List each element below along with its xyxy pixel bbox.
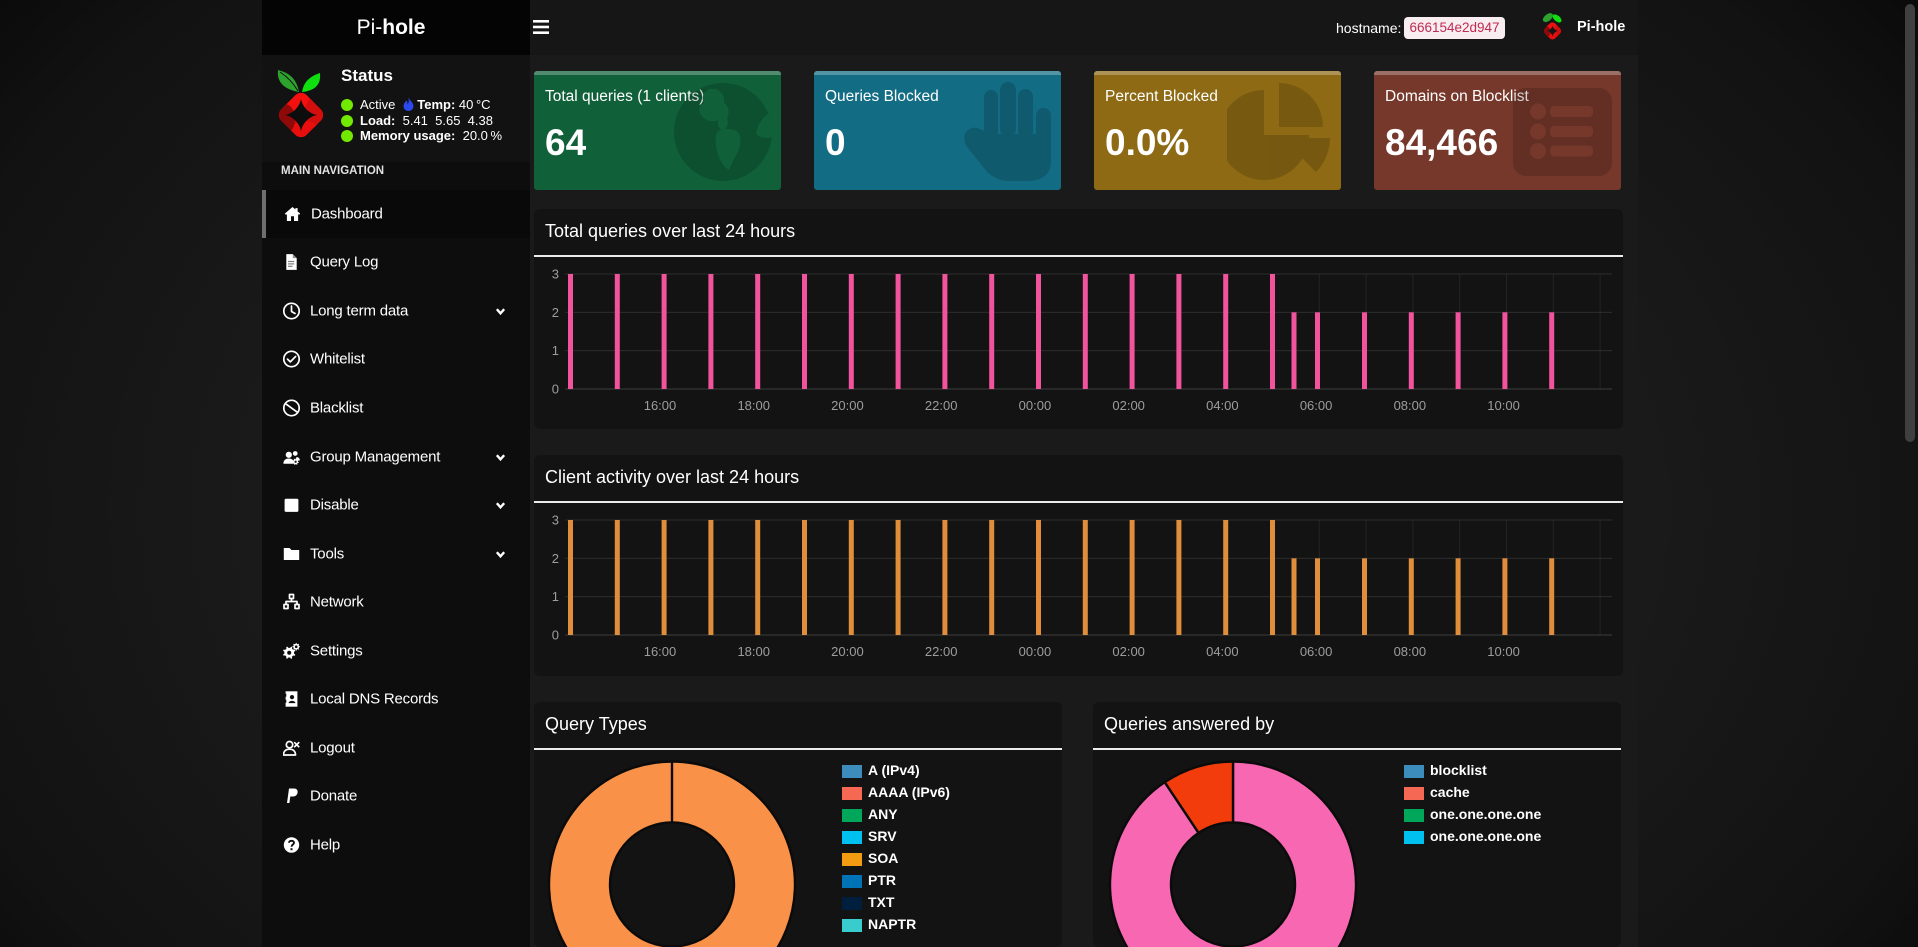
svg-text:18:00: 18:00 [737, 398, 770, 413]
svg-text:10:00: 10:00 [1487, 398, 1520, 413]
svg-text:2: 2 [552, 305, 559, 320]
svg-text:3: 3 [552, 267, 559, 282]
svg-text:1: 1 [552, 343, 559, 358]
svg-text:00:00: 00:00 [1019, 398, 1052, 413]
svg-text:18:00: 18:00 [737, 644, 770, 659]
svg-text:0: 0 [552, 628, 559, 643]
svg-text:22:00: 22:00 [925, 644, 958, 659]
svg-text:02:00: 02:00 [1112, 644, 1145, 659]
svg-text:10:00: 10:00 [1487, 644, 1520, 659]
svg-text:06:00: 06:00 [1300, 644, 1333, 659]
svg-text:00:00: 00:00 [1019, 644, 1052, 659]
svg-text:04:00: 04:00 [1206, 398, 1239, 413]
svg-text:02:00: 02:00 [1112, 398, 1145, 413]
svg-text:22:00: 22:00 [925, 398, 958, 413]
svg-text:06:00: 06:00 [1300, 398, 1333, 413]
svg-text:16:00: 16:00 [644, 644, 677, 659]
svg-text:20:00: 20:00 [831, 644, 864, 659]
svg-text:16:00: 16:00 [644, 398, 677, 413]
svg-text:20:00: 20:00 [831, 398, 864, 413]
svg-text:1: 1 [552, 589, 559, 604]
svg-text:04:00: 04:00 [1206, 644, 1239, 659]
svg-text:3: 3 [552, 513, 559, 528]
svg-text:08:00: 08:00 [1394, 398, 1427, 413]
svg-text:0: 0 [552, 382, 559, 397]
svg-text:2: 2 [552, 551, 559, 566]
svg-text:08:00: 08:00 [1394, 644, 1427, 659]
